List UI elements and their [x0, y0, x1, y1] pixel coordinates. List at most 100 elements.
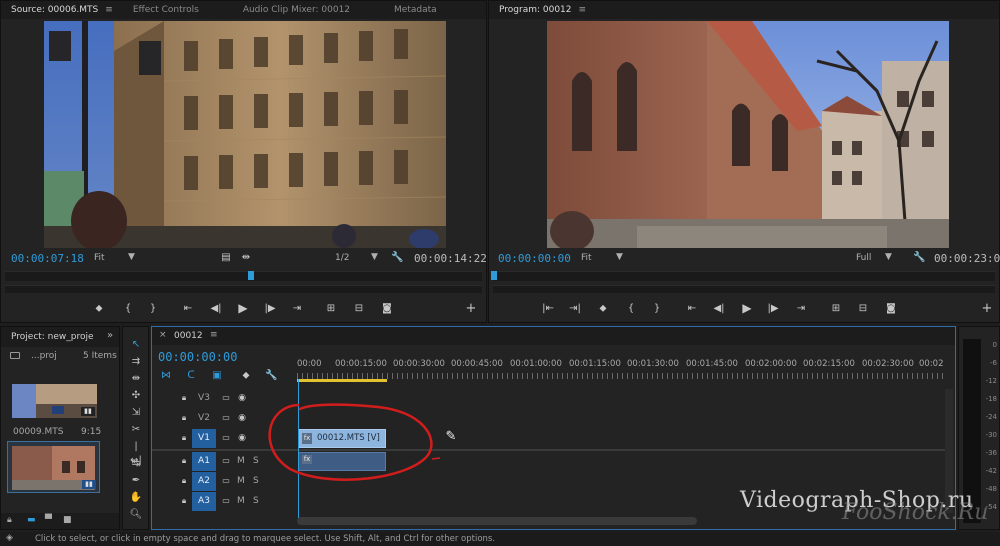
- razor-tool-icon[interactable]: ✂: [129, 423, 143, 437]
- tab-source[interactable]: Source: 00006.MTS ≡: [1, 5, 123, 15]
- solo-button[interactable]: S: [253, 476, 259, 486]
- solo-button[interactable]: S: [253, 456, 259, 466]
- close-sequence-icon[interactable]: ×: [159, 330, 167, 340]
- source-resolution-chevron-icon[interactable]: ▼: [371, 252, 378, 262]
- track-visibility-icon[interactable]: ◉: [236, 392, 248, 404]
- project-item-thumbnail[interactable]: ▮▮: [12, 384, 97, 418]
- track-name-v3[interactable]: V3: [192, 389, 216, 408]
- program-current-timecode[interactable]: 00:00:00:00: [498, 252, 571, 265]
- program-zoom-scrollbar[interactable]: [493, 285, 995, 293]
- mark-in-icon[interactable]: {: [122, 303, 134, 315]
- source-button-editor-icon[interactable]: +: [464, 302, 478, 315]
- program-lift-icon[interactable]: ⊞: [829, 303, 843, 315]
- export-settings-icon[interactable]: ▤: [220, 252, 232, 264]
- timeline-horizontal-scrollbar[interactable]: [297, 517, 697, 525]
- sequence-tab-label[interactable]: 00012: [174, 331, 203, 341]
- icon-view-icon[interactable]: ▀: [45, 515, 52, 525]
- program-step-forward-icon[interactable]: |▶: [766, 303, 780, 315]
- track-lock-icon[interactable]: 🔒︎: [179, 392, 189, 404]
- source-video-frame[interactable]: [44, 21, 446, 248]
- track-lock-icon[interactable]: 🔒︎: [179, 412, 189, 424]
- step-back-icon[interactable]: ◀|: [209, 303, 223, 315]
- linked-selection-icon[interactable]: ᑕ: [185, 370, 197, 382]
- mute-button[interactable]: M: [237, 476, 245, 486]
- sync-lock-icon[interactable]: ▭: [220, 432, 232, 444]
- project-expand-icon[interactable]: »: [107, 330, 113, 341]
- track-lock-icon[interactable]: 🔒︎: [179, 475, 189, 487]
- track-visibility-icon[interactable]: ◉: [236, 432, 248, 444]
- sync-lock-icon[interactable]: ▭: [220, 495, 232, 507]
- tab-audio-clip-mixer[interactable]: Audio Clip Mixer: 00012: [233, 5, 360, 15]
- bin-folder-icon[interactable]: [10, 352, 20, 359]
- program-mark-in-icon[interactable]: {: [625, 303, 637, 315]
- timeline-marker-icon[interactable]: ⬥: [240, 370, 252, 382]
- pen-tool-icon[interactable]: ✒: [129, 474, 143, 488]
- slide-tool-icon[interactable]: ↹: [129, 457, 143, 471]
- program-go-to-in-icon[interactable]: ⇤: [685, 303, 699, 315]
- program-export-frame-icon[interactable]: ◙: [884, 303, 898, 315]
- source-playhead[interactable]: [248, 271, 254, 280]
- track-name-v2[interactable]: V2: [192, 409, 216, 428]
- mute-button[interactable]: M: [237, 456, 245, 466]
- program-settings-wrench-icon[interactable]: 🔧: [913, 252, 925, 264]
- program-step-back-icon[interactable]: ◀|: [712, 303, 726, 315]
- source-zoom-select[interactable]: Fit: [94, 253, 105, 263]
- track-lock-icon[interactable]: 🔒︎: [179, 495, 189, 507]
- insert-overwrite-icon[interactable]: ⇹: [239, 252, 253, 264]
- rate-stretch-tool-icon[interactable]: ⇲: [129, 406, 143, 420]
- program-zoom-chevron-icon[interactable]: ▼: [616, 252, 623, 262]
- program-zoom-select[interactable]: Fit: [581, 253, 592, 263]
- track-name-a2[interactable]: A2: [192, 472, 216, 491]
- list-view-icon[interactable]: ▬: [27, 515, 36, 525]
- slip-tool-icon[interactable]: |↔|: [129, 440, 143, 466]
- project-tab-title[interactable]: Project: new_proje: [11, 332, 94, 342]
- solo-button[interactable]: S: [253, 496, 259, 506]
- program-time-ruler[interactable]: [493, 271, 995, 281]
- tab-program[interactable]: Program: 00012 ≡: [489, 5, 596, 15]
- track-name-a3[interactable]: A3: [192, 492, 216, 511]
- overwrite-icon[interactable]: ⊟: [352, 303, 366, 315]
- program-add-marker-icon[interactable]: ⬥: [597, 303, 609, 315]
- timeline-current-timecode[interactable]: 00:00:00:00: [158, 350, 237, 364]
- sequence-menu-icon[interactable]: ≡: [210, 330, 218, 340]
- insert-icon[interactable]: ⊞: [324, 303, 338, 315]
- source-zoom-chevron-icon[interactable]: ▼: [128, 252, 135, 262]
- rolling-edit-tool-icon[interactable]: ✣: [129, 389, 143, 403]
- track-name-a1[interactable]: A1: [192, 452, 216, 471]
- hand-tool-icon[interactable]: ✋: [129, 491, 143, 505]
- go-to-out-icon[interactable]: ⇥: [290, 303, 304, 315]
- source-zoom-scrollbar[interactable]: [5, 285, 482, 293]
- timeline-settings-wrench-icon[interactable]: 🔧: [265, 370, 277, 382]
- tab-effect-controls[interactable]: Effect Controls: [123, 5, 209, 15]
- program-panel-menu-icon[interactable]: ≡: [579, 5, 587, 15]
- sync-lock-icon[interactable]: ▭: [220, 455, 232, 467]
- program-playhead[interactable]: [491, 271, 497, 280]
- program-resolution-select[interactable]: Full: [856, 253, 871, 263]
- selection-tool-icon[interactable]: ↖: [129, 338, 143, 352]
- export-frame-icon[interactable]: ◙: [380, 303, 394, 315]
- ripple-edit-tool-icon[interactable]: ⇹: [129, 372, 143, 386]
- mute-button[interactable]: M: [237, 496, 245, 506]
- sync-lock-icon[interactable]: ▭: [220, 392, 232, 404]
- source-resolution-select[interactable]: 1/2: [335, 253, 349, 263]
- source-current-timecode[interactable]: 00:00:07:18: [11, 252, 84, 265]
- lift-icon[interactable]: |⇤: [541, 303, 555, 315]
- work-area-bar[interactable]: [297, 379, 387, 382]
- step-forward-icon[interactable]: |▶: [263, 303, 277, 315]
- program-video-frame[interactable]: [547, 21, 949, 248]
- track-name-v1[interactable]: V1: [192, 429, 216, 448]
- timeline-ruler[interactable]: 00:00 00:00:15:00 00:00:30:00 00:00:45:0…: [297, 359, 945, 385]
- program-resolution-chevron-icon[interactable]: ▼: [885, 252, 892, 262]
- play-icon[interactable]: ▶: [236, 302, 250, 314]
- add-marker-icon[interactable]: ⬥: [93, 303, 105, 315]
- program-play-icon[interactable]: ▶: [740, 302, 754, 314]
- program-mark-out-icon[interactable]: }: [651, 303, 663, 315]
- go-to-in-icon[interactable]: ⇤: [181, 303, 195, 315]
- add-edit-icon[interactable]: ▣: [211, 370, 223, 382]
- program-extract-icon[interactable]: ⊟: [856, 303, 870, 315]
- new-bin-icon[interactable]: ■: [63, 515, 72, 525]
- extract-icon[interactable]: ⇥|: [568, 303, 582, 315]
- program-button-editor-icon[interactable]: +: [980, 302, 994, 315]
- source-settings-wrench-icon[interactable]: 🔧: [391, 252, 403, 264]
- tab-metadata[interactable]: Metadata: [384, 5, 447, 15]
